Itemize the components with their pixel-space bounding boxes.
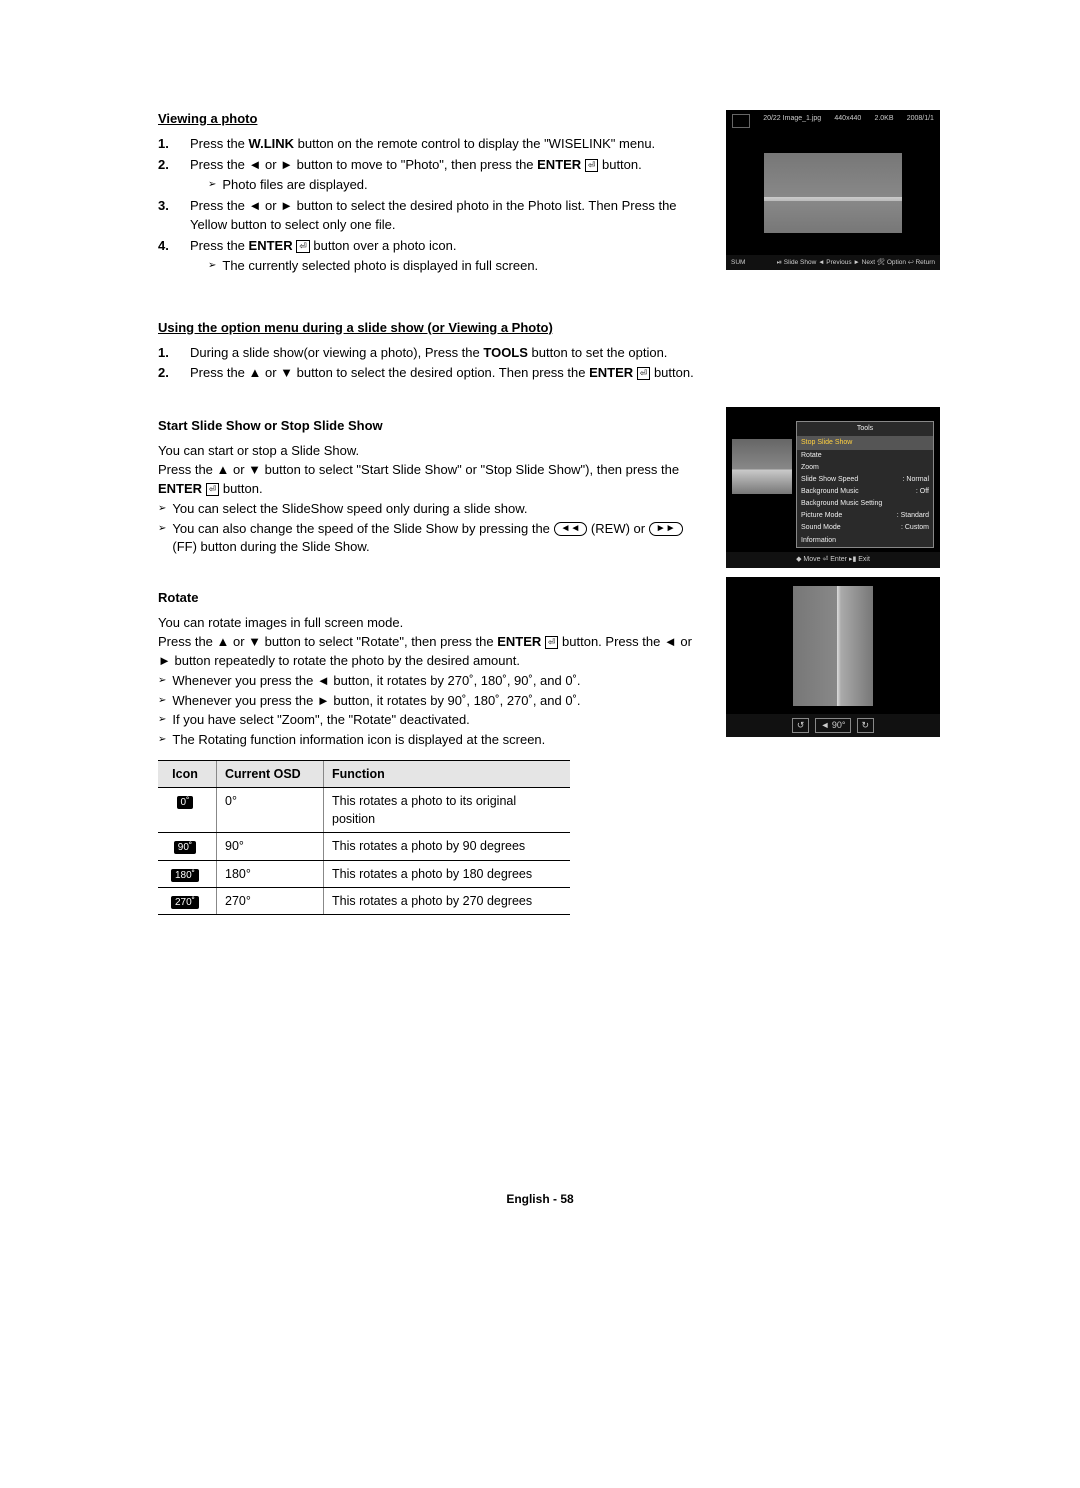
page-footer: English - 58 xyxy=(0,1191,1080,1208)
tip-line: ➢Whenever you press the ► button, it rot… xyxy=(158,692,708,711)
enter-icon: ⏎ xyxy=(206,483,220,496)
manual-page: Viewing a photo 1.Press the W.LINK butto… xyxy=(0,0,1080,1488)
th-icon: Icon xyxy=(158,761,217,788)
tools-menu-item: Rotate xyxy=(797,450,933,462)
arrow-left-icon: ◄ xyxy=(820,720,829,730)
tip-line: ➢You can select the SlideShow speed only… xyxy=(158,500,708,519)
storage-label: SUM xyxy=(731,258,745,267)
section-title: Viewing a photo xyxy=(158,110,708,129)
tools-menu-item: Slide Show Speed: Normal xyxy=(797,474,933,486)
tools-menu: Tools Stop Slide ShowRotateZoomSlide Sho… xyxy=(796,421,934,547)
degree-badge: 270˚ xyxy=(171,896,199,909)
step-item: 1.Press the W.LINK button on the remote … xyxy=(158,135,708,154)
rotate-ccw-icon: ↺ xyxy=(792,718,810,733)
step-item: 1.During a slide show(or viewing a photo… xyxy=(158,344,940,363)
enter-icon: ⏎ xyxy=(296,240,310,253)
file-name: Image_1.jpg xyxy=(783,115,822,122)
tools-menu-item: Background Music: Off xyxy=(797,486,933,498)
table-row: 180˚180°This rotates a photo by 180 degr… xyxy=(158,860,570,887)
tools-menu-item: Picture Mode: Standard xyxy=(797,510,933,522)
table-row: 90˚90°This rotates a photo by 90 degrees xyxy=(158,833,570,860)
rew-icon: ◄◄ xyxy=(554,522,588,536)
th-osd: Current OSD xyxy=(217,761,324,788)
enter-icon: ⏎ xyxy=(585,159,599,172)
degree-badge: 180˚ xyxy=(171,869,199,882)
subsection-body: You can start or stop a Slide Show.Press… xyxy=(158,442,708,499)
step-item: 3.Press the ◄ or ► button to select the … xyxy=(158,197,708,235)
ff-icon: ►► xyxy=(649,522,683,536)
photo-thumbnail xyxy=(732,439,792,494)
section-option-menu: Using the option menu during a slide sho… xyxy=(158,319,940,384)
subsection-title: Start Slide Show or Stop Slide Show xyxy=(158,417,708,436)
tip-line: ➢If you have select "Zoom", the "Rotate"… xyxy=(158,711,708,730)
file-index: 20/22 xyxy=(763,115,781,122)
degree-badge: 90˚ xyxy=(174,841,196,854)
step-item: 4.Press the ENTER ⏎ button over a photo … xyxy=(158,237,708,277)
tools-menu-item: Information xyxy=(797,535,933,547)
photo-preview xyxy=(764,153,902,233)
screenshot-photo-fullscreen: 20/22 Image_1.jpg 440x440 2.0KB 2008/1/1… xyxy=(726,110,940,270)
step-item: 2.Press the ◄ or ► button to move to "Ph… xyxy=(158,156,708,196)
tools-menu-item: Stop Slide Show xyxy=(797,437,933,449)
step-item: 2.Press the ▲ or ▼ button to select the … xyxy=(158,364,940,383)
subsection-title: Rotate xyxy=(158,589,708,608)
file-size: 2.0KB xyxy=(874,114,893,128)
screenshot-tools-menu: Tools Stop Slide ShowRotateZoomSlide Sho… xyxy=(726,407,940,567)
table-row: 270˚270°This rotates a photo by 270 degr… xyxy=(158,887,570,914)
enter-icon: ⏎ xyxy=(545,636,559,649)
tip-line: ➢You can also change the speed of the Sl… xyxy=(158,520,708,558)
tools-title: Tools xyxy=(797,422,933,437)
enter-icon: ⏎ xyxy=(637,367,651,380)
hint-bar: ⏯ Slide Show ◄ Previous ► Next 🛠 Option … xyxy=(777,258,935,267)
rotation-degree: 90° xyxy=(832,720,846,730)
tools-menu-item: Background Music Setting xyxy=(797,498,933,510)
rotate-table: Icon Current OSD Function 0˚0°This rotat… xyxy=(158,760,570,915)
photo-rotated xyxy=(793,586,873,706)
degree-badge: 0˚ xyxy=(177,796,194,809)
note-line: ➢The currently selected photo is display… xyxy=(208,257,708,276)
note-line: ➢Photo files are displayed. xyxy=(208,176,708,195)
section-title: Using the option menu during a slide sho… xyxy=(158,319,940,338)
tools-menu-item: Sound Mode: Custom xyxy=(797,522,933,534)
tools-menu-item: Zoom xyxy=(797,462,933,474)
section-viewing-photo: Viewing a photo 1.Press the W.LINK butto… xyxy=(158,110,708,283)
file-icon xyxy=(732,114,750,128)
file-date: 2008/1/1 xyxy=(907,114,934,128)
table-row: 0˚0°This rotates a photo to its original… xyxy=(158,788,570,833)
hint-bar: ◆ Move ⏎ Enter ▸▮ Exit xyxy=(726,552,940,568)
resolution: 440x440 xyxy=(834,114,861,128)
tip-line: ➢The Rotating function information icon … xyxy=(158,731,708,750)
th-function: Function xyxy=(324,761,571,788)
rotate-cw-icon: ↻ xyxy=(857,718,875,733)
subsection-body: You can rotate images in full screen mod… xyxy=(158,614,708,671)
screenshot-rotate: ↺ ◄ 90° ↻ xyxy=(726,577,940,737)
tip-line: ➢Whenever you press the ◄ button, it rot… xyxy=(158,672,708,691)
